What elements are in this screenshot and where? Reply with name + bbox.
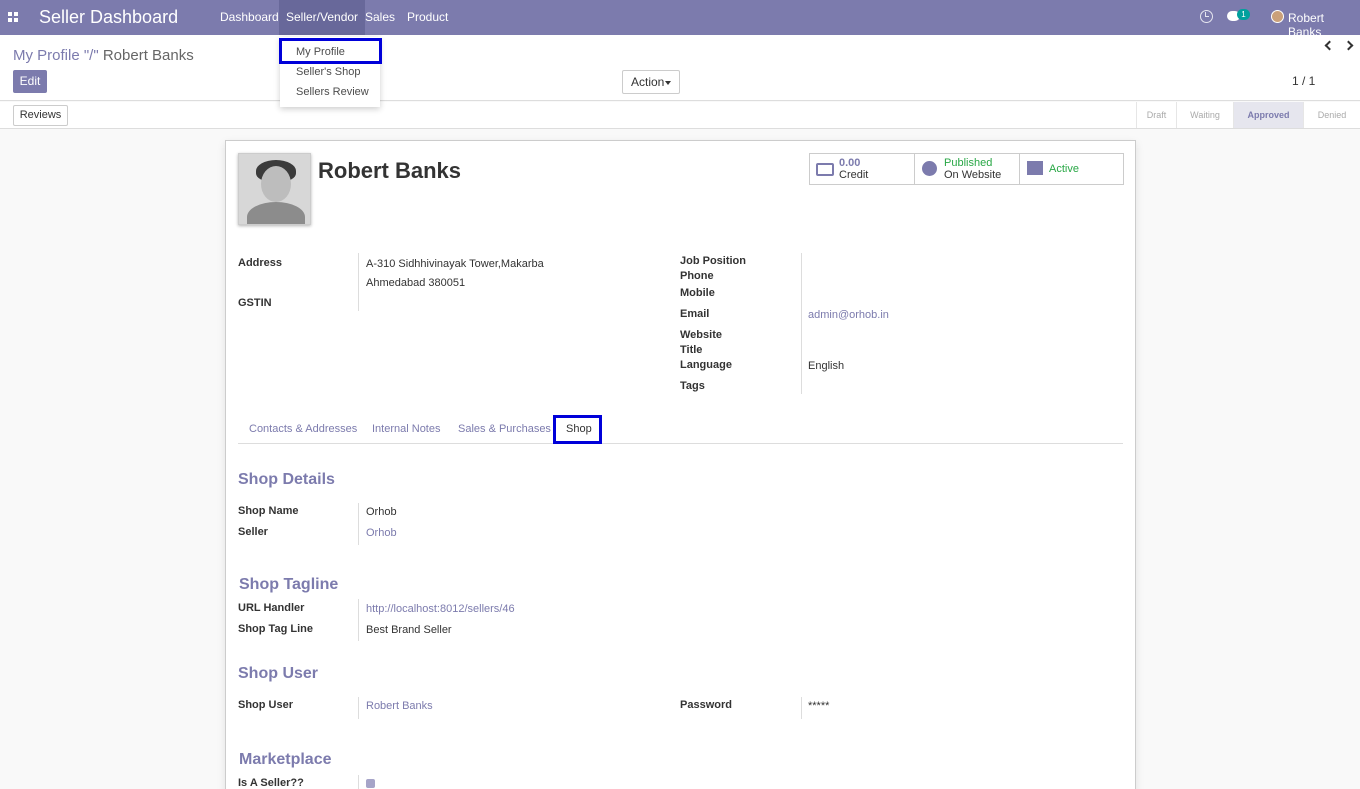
archive-icon — [1027, 161, 1043, 175]
shop-tagline-value: Best Brand Seller — [366, 624, 452, 636]
globe-icon — [922, 161, 937, 176]
job-position-label: Job Position — [680, 255, 746, 267]
app-title: Seller Dashboard — [39, 7, 179, 27]
shop-name-label: Shop Name — [238, 505, 299, 517]
password-value: ***** — [808, 700, 830, 712]
control-panel: My Profile "/" Robert Banks Edit Action … — [0, 35, 1360, 101]
chat-badge: 1 — [1237, 9, 1250, 20]
breadcrumb-current: Robert Banks — [102, 47, 194, 64]
address-line2: Ahmedabad 380051 — [366, 277, 466, 289]
email-value[interactable]: admin@orhob.in — [808, 309, 889, 321]
edit-button[interactable]: Edit — [13, 70, 47, 93]
menu-dashboard[interactable]: Dashboard — [213, 0, 286, 35]
money-icon — [816, 163, 834, 176]
active-label: Active — [1049, 163, 1079, 175]
stage-approved[interactable]: Approved — [1233, 102, 1303, 128]
seller-value[interactable]: Orhob — [366, 527, 397, 539]
tab-sales-purchases[interactable]: Sales & Purchases — [458, 423, 551, 435]
notebook-tabs: Contacts & Addresses Internal Notes Sale… — [238, 416, 1123, 444]
breadcrumb: My Profile "/" Robert Banks — [13, 47, 194, 64]
reviews-button[interactable]: Reviews — [13, 105, 68, 126]
apps-menu-icon[interactable] — [8, 12, 18, 22]
seller-label: Seller — [238, 526, 268, 538]
website-status: Published — [944, 157, 993, 169]
shop-tagline-divider — [358, 599, 359, 641]
language-label: Language — [680, 359, 732, 371]
profile-photo[interactable] — [238, 153, 311, 225]
shop-details-title: Shop Details — [238, 471, 335, 488]
stage-draft[interactable]: Draft — [1136, 102, 1176, 128]
gstin-label: GSTIN — [238, 297, 272, 309]
my-profile-highlight-box — [279, 38, 382, 64]
address-label: Address — [238, 257, 283, 269]
website-field-label: Website — [680, 329, 722, 341]
activity-clock-icon[interactable] — [1200, 10, 1213, 23]
shop-user-value[interactable]: Robert Banks — [366, 700, 433, 712]
shop-tab-highlight-box — [553, 415, 602, 444]
shop-details-divider — [358, 503, 359, 545]
shop-name-value: Orhob — [366, 506, 397, 518]
shop-tagline-title: Shop Tagline — [239, 576, 339, 593]
address-line1: A-310 Sidhhivinayak Tower,Makarba — [366, 258, 544, 270]
mobile-label: Mobile — [680, 287, 715, 299]
shop-user-divider — [358, 697, 359, 719]
action-dropdown-button[interactable]: Action — [622, 70, 680, 94]
tags-label: Tags — [680, 380, 705, 392]
menu-sales[interactable]: Sales — [358, 0, 402, 35]
marketplace-divider — [358, 775, 359, 789]
password-label: Password — [680, 699, 732, 711]
website-stat-button[interactable]: Published On Website — [914, 153, 1020, 185]
breadcrumb-parent[interactable]: My Profile "/" — [13, 47, 99, 64]
stage-waiting[interactable]: Waiting — [1176, 102, 1233, 128]
photo-head-shape — [261, 166, 291, 202]
credit-label: Credit — [839, 169, 869, 181]
marketplace-title: Marketplace — [239, 751, 332, 768]
shop-user-title: Shop User — [238, 665, 319, 682]
password-divider — [801, 697, 802, 719]
title-label: Title — [680, 344, 703, 356]
email-label: Email — [680, 308, 710, 320]
website-label: On Website — [944, 169, 1002, 181]
photo-body-shape — [247, 202, 305, 224]
tab-contacts-addresses[interactable]: Contacts & Addresses — [249, 423, 357, 435]
pager-value: 1 / 1 — [1292, 74, 1316, 88]
form-sheet: Robert Banks 0.00 Credit Published On We… — [225, 140, 1136, 789]
is-seller-checkbox[interactable] — [366, 779, 375, 788]
active-stat-button[interactable]: Active — [1019, 153, 1124, 185]
shop-user-label: Shop User — [238, 699, 294, 711]
top-navbar: Seller Dashboard Dashboard Seller/Vendor… — [0, 0, 1360, 39]
credit-value: 0.00 — [839, 157, 861, 169]
dropdown-sellers-review[interactable]: Sellers Review — [280, 82, 380, 102]
url-handler-value[interactable]: http://localhost:8012/sellers/46 — [366, 603, 515, 615]
action-label: Action — [631, 75, 665, 89]
is-seller-label: Is A Seller?? — [238, 777, 304, 789]
right-field-divider — [801, 253, 802, 394]
stage-denied[interactable]: Denied — [1303, 102, 1360, 128]
phone-label: Phone — [680, 270, 714, 282]
menu-product[interactable]: Product — [400, 0, 455, 35]
tab-internal-notes[interactable]: Internal Notes — [372, 423, 440, 435]
menu-seller-vendor[interactable]: Seller/Vendor — [279, 0, 366, 35]
caret-down-icon — [665, 81, 671, 85]
url-handler-label: URL Handler — [238, 602, 305, 614]
partner-name: Robert Banks — [318, 158, 462, 183]
language-value: English — [808, 360, 845, 372]
shop-tagline-label: Shop Tag Line — [238, 623, 313, 635]
dropdown-sellers-shop[interactable]: Seller's Shop — [280, 62, 380, 82]
credit-stat-button[interactable]: 0.00 Credit — [809, 153, 915, 185]
status-bar: Reviews Draft Waiting Approved Denied — [0, 102, 1360, 129]
left-field-divider — [358, 253, 359, 311]
user-avatar[interactable] — [1271, 10, 1284, 23]
